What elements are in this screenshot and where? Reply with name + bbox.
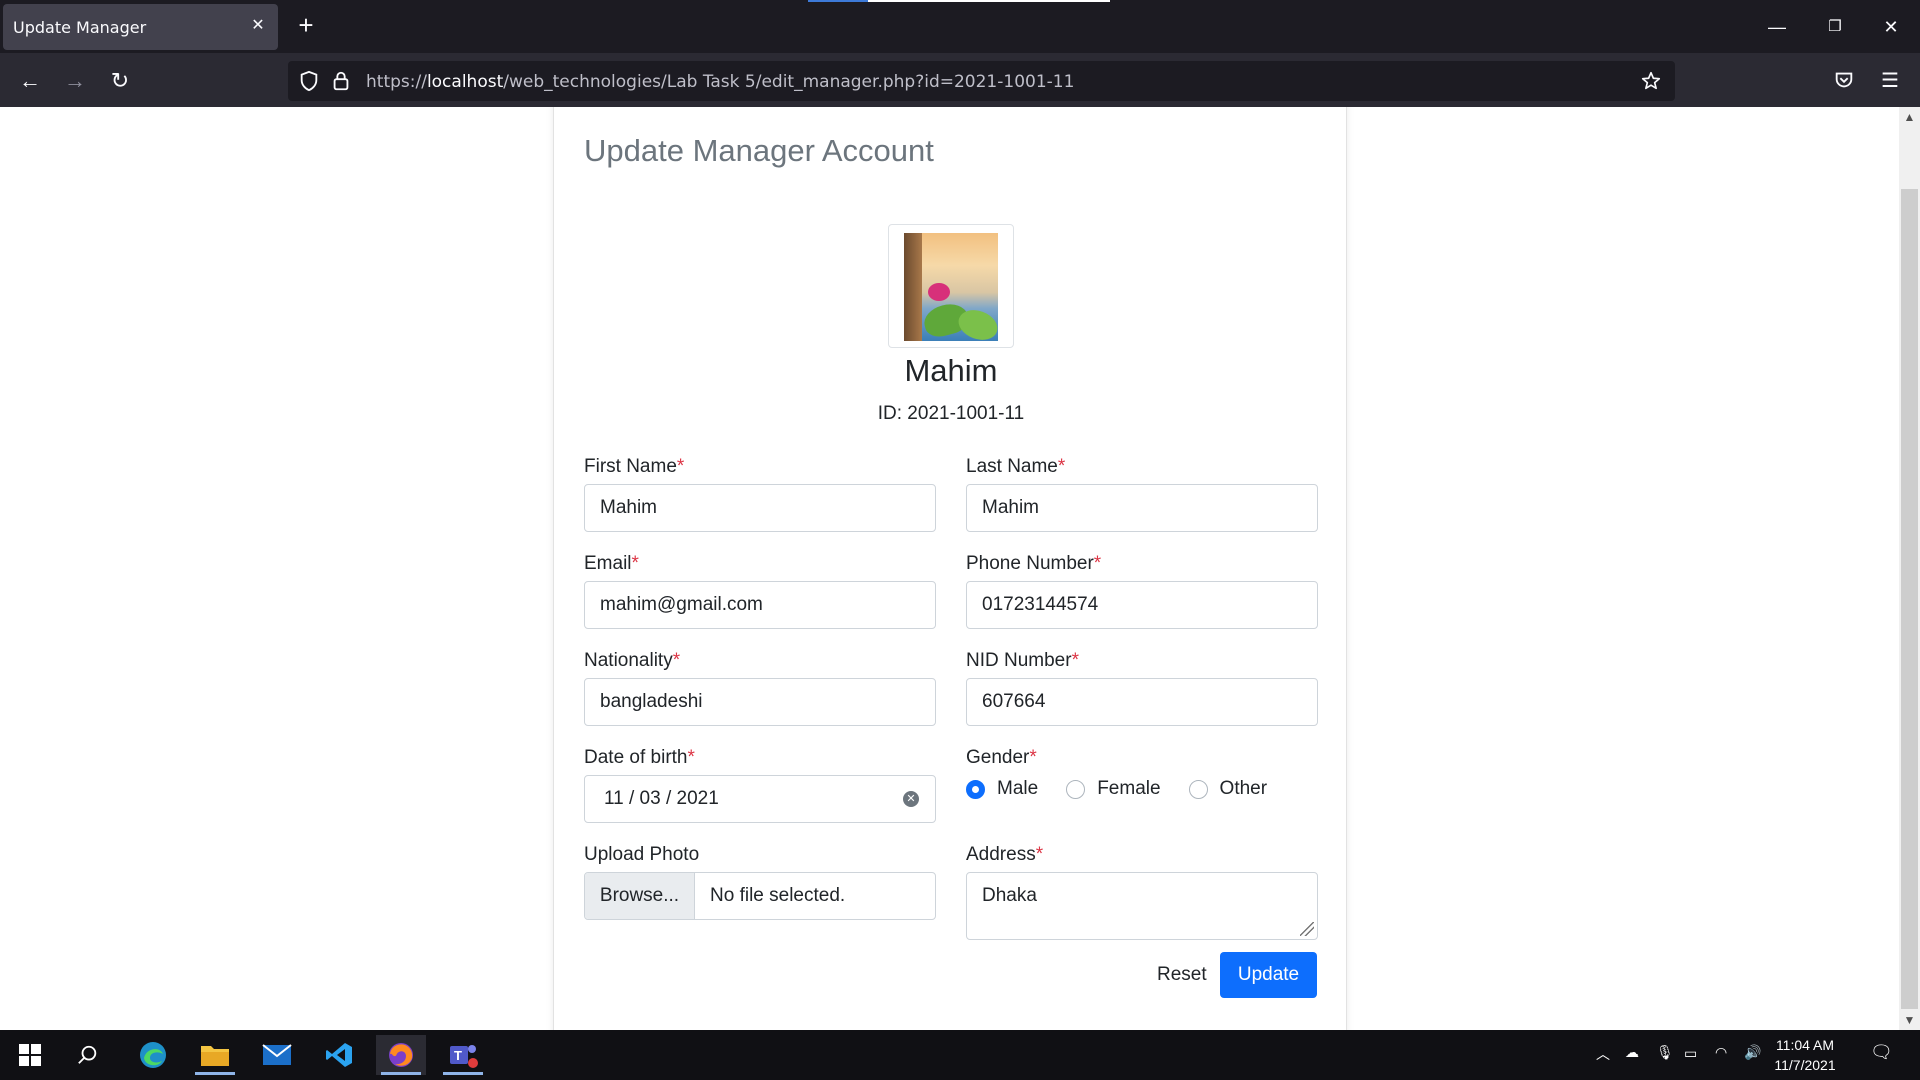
edge-browser-icon[interactable] [128,1035,178,1075]
minimize-icon[interactable]: — [1762,12,1792,42]
page-title: Update Manager Account [584,133,934,168]
file-explorer-icon[interactable] [190,1035,240,1075]
profile-photo [904,233,998,341]
windows-taskbar: T ︿ ☁ 🎙 ▭ ◠ 🔊 11:04 AM 11/7/2021 🗨 [0,1030,1920,1080]
active-app-indicator [195,1072,235,1075]
vscode-icon[interactable] [314,1035,364,1075]
navigation-toolbar: ← → ↻ https://localhost/web_technologies… [0,53,1920,107]
system-clock[interactable]: 11:04 AM 11/7/2021 [1770,1035,1840,1075]
gender-option-female[interactable]: Female [1066,778,1161,800]
address-value: Dhaka [982,885,1037,906]
reset-button[interactable]: Reset [1145,952,1219,998]
phone-input[interactable]: 01723144574 [966,581,1318,629]
gender-option-other[interactable]: Other [1188,778,1268,800]
nid-label: NID Number* [966,650,1079,671]
close-window-icon[interactable]: ✕ [1876,12,1906,42]
lock-icon[interactable] [330,70,352,92]
update-manager-card: Update Manager Account Mahim ID: 2021-10… [553,107,1347,1030]
browse-button[interactable]: Browse... [585,873,695,919]
upload-photo-input[interactable]: Browse... No file selected. [584,872,936,920]
shield-icon[interactable] [298,70,320,92]
new-tab-icon[interactable]: + [292,12,320,40]
close-tab-icon[interactable]: ✕ [248,16,268,36]
url-text: https://localhost/web_technologies/Lab T… [366,72,1075,92]
profile-photo-frame [888,224,1014,348]
pocket-icon[interactable] [1833,69,1855,91]
address-textarea[interactable]: Dhaka [966,872,1318,940]
svg-text:T: T [454,1048,462,1063]
address-bar[interactable]: https://localhost/web_technologies/Lab T… [288,61,1675,101]
microphone-icon[interactable]: 🎙 [1656,1044,1674,1061]
search-icon[interactable] [63,1035,113,1075]
wifi-icon[interactable]: ◠ [1715,1044,1727,1061]
menu-icon[interactable]: ☰ [1874,65,1906,97]
update-button[interactable]: Update [1220,952,1317,998]
scroll-down-icon[interactable]: ▼ [1899,1010,1920,1030]
windows-start-icon[interactable] [5,1035,55,1075]
tab-update-manager[interactable]: Update Manager ✕ [3,4,278,50]
nationality-input[interactable]: bangladeshi [584,678,936,726]
battery-icon[interactable]: ▭ [1684,1045,1697,1062]
bookmark-star-icon[interactable] [1640,70,1662,92]
clock-time: 11:04 AM [1775,1037,1835,1053]
clock-date: 11/7/2021 [1774,1057,1836,1073]
phone-label: Phone Number* [966,553,1102,574]
last-name-label: Last Name* [966,456,1066,477]
email-label: Email* [584,553,639,574]
notifications-icon[interactable]: 🗨 [1870,1042,1893,1063]
restore-icon[interactable]: ❐ [1820,12,1850,42]
onedrive-cloud-icon[interactable]: ☁ [1625,1044,1639,1061]
upload-photo-label: Upload Photo [584,844,700,865]
scroll-thumb[interactable] [1901,189,1918,1009]
mail-icon[interactable] [252,1035,302,1075]
first-name-input[interactable]: Mahim [584,484,936,532]
gender-label: Gender* [966,747,1037,768]
tab-strip: Update Manager ✕ + — ❐ ✕ [0,0,1920,53]
active-app-indicator [381,1072,421,1075]
dob-label: Date of birth* [584,747,695,768]
gender-female-radio[interactable] [1066,779,1086,799]
gender-other-radio[interactable] [1188,779,1208,799]
firefox-icon[interactable] [376,1035,426,1075]
reload-icon[interactable]: ↻ [104,65,136,97]
resize-handle-icon[interactable] [1300,922,1314,936]
tab-title: Update Manager [13,18,147,37]
page-scrollbar[interactable]: ▲ ▼ [1899,107,1920,1030]
last-name-input[interactable]: Mahim [966,484,1318,532]
clear-date-icon[interactable]: ✕ [903,791,919,807]
gender-other-label: Other [1219,778,1268,799]
address-label: Address* [966,844,1044,865]
show-hidden-icons-chevron-icon[interactable]: ︿ [1596,1044,1610,1064]
back-icon[interactable]: ← [14,65,46,97]
nid-input[interactable]: 607664 [966,678,1318,726]
profile-id: ID: 2021-1001-11 [877,403,1025,424]
teams-icon[interactable]: T [438,1035,488,1075]
gender-female-label: Female [1097,778,1161,799]
scroll-up-icon[interactable]: ▲ [1899,107,1920,127]
volume-icon[interactable]: 🔊 [1744,1044,1761,1061]
gender-male-radio[interactable] [966,779,985,799]
nationality-label: Nationality* [584,650,681,671]
gender-male-label: Male [997,778,1039,799]
gender-option-male[interactable]: Male [966,778,1038,800]
page-viewport: Update Manager Account Mahim ID: 2021-10… [0,107,1899,1030]
page-loading-indicator [808,0,1110,2]
gender-radio-group: Male Female Other [966,778,1295,800]
first-name-label: First Name* [584,456,685,477]
email-input[interactable]: mahim@gmail.com [584,581,936,629]
active-app-indicator [443,1072,483,1075]
file-status: No file selected. [710,885,846,906]
dob-value: 11 / 03 / 2021 [604,788,719,809]
profile-name: Mahim [904,353,998,388]
forward-icon[interactable]: → [59,65,91,97]
dob-input[interactable]: 11 / 03 / 2021 ✕ [584,775,936,823]
